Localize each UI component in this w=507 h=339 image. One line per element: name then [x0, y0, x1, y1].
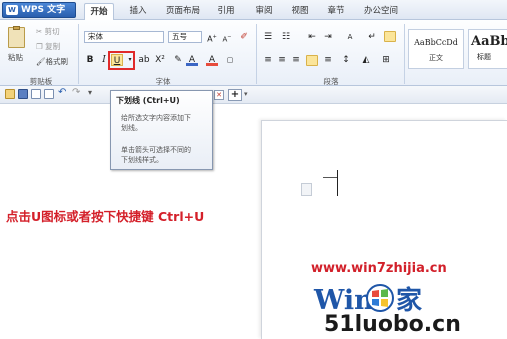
justify-icon[interactable] — [306, 55, 318, 66]
font-color-icon[interactable]: A — [186, 54, 198, 66]
tab-references[interactable]: 引用 — [212, 3, 240, 20]
margin-corner-mark — [323, 177, 337, 178]
distributed-icon[interactable]: ≡ — [322, 54, 334, 66]
paste-button[interactable]: 粘贴 — [8, 52, 23, 63]
style-normal-label: 正文 — [429, 54, 443, 62]
group-divider — [78, 24, 79, 84]
increase-indent-icon[interactable]: ⇥ — [322, 31, 334, 43]
tooltip-desc-line2: 划线。 — [121, 124, 142, 132]
paste-icon[interactable] — [8, 26, 25, 48]
align-left-icon[interactable]: ≡ — [262, 54, 274, 66]
text-effect-icon[interactable]: A — [206, 54, 218, 66]
tab-page-layout[interactable]: 页面布局 — [160, 3, 206, 20]
highlight-color-icon[interactable]: ✎ — [172, 54, 184, 66]
wps-logo-icon: W — [6, 5, 18, 15]
show-marks-icon[interactable]: ↵ — [366, 31, 378, 43]
shrink-font-icon[interactable]: A− — [221, 31, 233, 43]
new-tab-button[interactable]: + — [228, 89, 242, 101]
text-direction-icon[interactable]: A — [344, 31, 356, 43]
tab-sections[interactable]: 章节 — [322, 3, 350, 20]
save-icon[interactable] — [18, 89, 28, 99]
paragraph-marks-icon[interactable] — [384, 31, 396, 42]
font-size-select[interactable]: 五号 — [168, 31, 202, 43]
open-folder-icon[interactable] — [5, 89, 15, 99]
tab-list-arrow-icon[interactable]: ▾ — [244, 90, 248, 98]
underline-highlight-box — [108, 51, 135, 70]
decrease-indent-icon[interactable]: ⇤ — [306, 31, 318, 43]
shading-icon[interactable]: ◭ — [360, 54, 372, 66]
bullet-list-icon[interactable]: ☰ — [262, 31, 274, 43]
undo-icon[interactable]: ↶ — [58, 87, 66, 98]
align-center-icon[interactable]: ≡ — [276, 54, 288, 66]
format-painter-button[interactable]: 🖌格式刷 — [36, 56, 68, 67]
style-heading-sample: AaBb — [471, 34, 507, 49]
print-preview-icon[interactable] — [44, 89, 54, 99]
bold-button[interactable]: B — [84, 54, 96, 66]
tab-view[interactable]: 视图 — [286, 3, 314, 20]
align-right-icon[interactable]: ≡ — [290, 54, 302, 66]
customize-toolbar-icon[interactable]: ▾ — [88, 88, 92, 97]
tooltip-title: 下划线 (Ctrl+U) — [116, 96, 180, 105]
print-icon[interactable] — [31, 89, 41, 99]
tab-office-space[interactable]: 办公空间 — [358, 3, 404, 20]
line-spacing-icon[interactable]: ↕ — [340, 54, 352, 66]
close-tab-icon[interactable]: ✕ — [214, 90, 224, 100]
copy-label: 复制 — [45, 42, 61, 51]
style-heading-label: 标题 — [477, 53, 491, 61]
watermark-brand-text: 51luobo.cn — [324, 312, 461, 335]
superscript-icon[interactable]: X² — [154, 54, 166, 66]
redo-icon[interactable]: ↷ — [72, 87, 80, 98]
watermark-logo: Win 家 51luobo.cn — [312, 279, 502, 337]
tooltip-hint-line1: 单击箭头可选择不同的 — [121, 146, 191, 154]
text-cursor — [337, 170, 338, 196]
tab-home[interactable]: 开始 — [84, 3, 114, 20]
tab-review[interactable]: 审阅 — [250, 3, 278, 20]
group-divider — [256, 24, 257, 84]
underline-tooltip: 下划线 (Ctrl+U) 给所选文字内容添加下 划线。 单击箭头可选择不同的 下… — [110, 90, 213, 170]
tooltip-desc-line1: 给所选文字内容添加下 — [121, 114, 191, 122]
char-border-icon[interactable]: ▢ — [224, 54, 236, 66]
borders-icon[interactable]: ⊞ — [380, 54, 392, 66]
strikethrough-icon[interactable]: ab — [138, 54, 150, 66]
font-name-select[interactable]: 宋体 — [84, 31, 164, 43]
copy-button[interactable]: ❐ 复制 — [36, 41, 60, 52]
tooltip-hint-line2: 下划线样式。 — [121, 156, 163, 164]
format-painter-label: 格式刷 — [45, 57, 69, 66]
watermark-url: www.win7zhijia.cn — [311, 261, 447, 276]
tab-insert[interactable]: 插入 — [124, 3, 152, 20]
wps-menu-button[interactable]: W WPS 文字 — [2, 2, 76, 18]
clear-format-icon[interactable]: ✐ — [238, 31, 250, 43]
style-normal[interactable]: AaBbCcDd 正文 — [408, 29, 464, 69]
style-heading[interactable]: AaBb 标题 — [468, 29, 507, 69]
cut-button[interactable]: ✂ 剪切 — [36, 26, 60, 37]
style-normal-sample: AaBbCcDd — [414, 38, 458, 47]
instruction-text: 点击U图标或者按下快捷键 Ctrl+U — [6, 209, 205, 224]
cut-label: 剪切 — [44, 27, 60, 36]
wps-menu-label: WPS 文字 — [21, 5, 66, 15]
group-divider — [404, 24, 405, 84]
numbered-list-icon[interactable]: ☷ — [280, 31, 292, 43]
grow-font-icon[interactable]: A+ — [206, 31, 218, 44]
paste-options-icon[interactable] — [301, 183, 312, 196]
